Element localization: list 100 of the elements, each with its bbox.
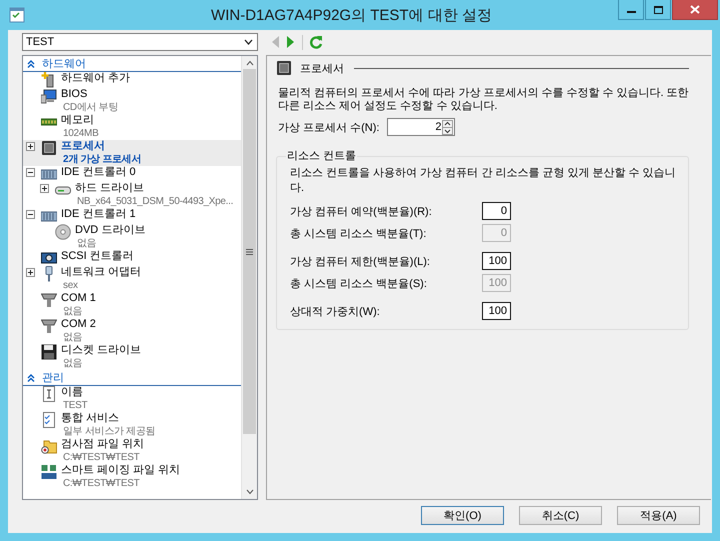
chip-icon: [276, 60, 292, 76]
tree-item[interactable]: 이름 TEST: [23, 386, 241, 412]
expand-toggle-icon[interactable]: [26, 268, 35, 277]
item-label: 디스켓 드라이브: [61, 344, 142, 357]
scroll-thumb[interactable]: [243, 69, 256, 434]
disc-icon: [55, 224, 71, 240]
tree-item[interactable]: SCSI 컨트롤러: [23, 250, 241, 266]
item-detail: 없음: [62, 357, 84, 370]
field-label: 가상 컴퓨터 예약(백분율)(R):: [290, 204, 433, 218]
tree-item[interactable]: 네트워크 어댑터 sex: [23, 266, 241, 292]
item-label: BIOS: [61, 88, 88, 101]
item-label: 통합 서비스: [61, 412, 120, 425]
item-label: 하드웨어 추가: [61, 72, 130, 85]
tree-item[interactable]: 하드 드라이브 NB_x64_5031_DSM_50-4493_Xpe...: [23, 182, 241, 208]
number-field[interactable]: 100: [482, 302, 511, 320]
tree-item[interactable]: BIOS CD에서 부팅: [23, 88, 241, 114]
panel-title: 프로세서: [300, 62, 344, 76]
item-label: IDE 컨트롤러 0: [61, 166, 136, 179]
item-detail: sex: [62, 279, 79, 292]
tree-item[interactable]: IDE 컨트롤러 0: [23, 166, 241, 182]
window-icon: [9, 7, 25, 23]
tree-item[interactable]: 스마트 페이징 파일 위치 C:₩TEST₩TEST: [23, 464, 241, 490]
scroll-down-icon: [246, 489, 254, 495]
collapse-toggle-icon[interactable]: [26, 168, 35, 177]
collapse-toggle-icon[interactable]: [26, 210, 35, 219]
item-detail: C:₩TEST₩TEST: [62, 477, 140, 490]
tree-item[interactable]: 하드웨어 추가: [23, 72, 241, 88]
field-label: 가상 컴퓨터 제한(백분율)(L):: [290, 254, 431, 268]
item-label: 네트워크 어댑터: [61, 266, 142, 279]
connector-icon: [41, 292, 57, 308]
item-detail: 없음: [62, 331, 84, 344]
maximize-icon: [654, 6, 662, 14]
number-field[interactable]: 0: [482, 202, 511, 220]
grip-icon: [246, 248, 253, 254]
chip-icon: [41, 140, 57, 156]
item-detail: NB_x64_5031_DSM_50-4493_Xpe...: [76, 195, 234, 208]
spin-field[interactable]: 2: [387, 118, 456, 136]
expand-toggle-icon[interactable]: [40, 184, 49, 193]
scroll-up-icon: [246, 60, 254, 66]
item-label: 이름: [61, 386, 84, 399]
item-detail: 없음: [62, 305, 84, 318]
item-detail: 1024MB: [62, 127, 98, 140]
folder-icon: [41, 438, 57, 454]
tree-item[interactable]: 메모리 1024MB: [23, 114, 241, 140]
item-detail: 없음: [76, 237, 98, 250]
item-label: 스마트 페이징 파일 위치: [61, 464, 180, 477]
refresh-button[interactable]: [309, 34, 323, 50]
item-detail: 일부 서비스가 제공됨: [62, 425, 156, 438]
minimize-button[interactable]: [618, 0, 644, 20]
floppy-icon: [41, 344, 57, 360]
maximize-button[interactable]: [645, 0, 671, 20]
chevron-down-icon: [244, 39, 253, 45]
refresh-icon: [309, 35, 323, 49]
collapse-chevrons-icon: [27, 60, 35, 68]
monitor-icon: [41, 88, 57, 104]
tree-item[interactable]: DVD 드라이브 없음: [23, 224, 241, 250]
close-icon: [690, 5, 700, 14]
number-field: 100: [482, 274, 511, 292]
item-label: 메모리: [61, 114, 95, 127]
number-field: 0: [482, 224, 511, 242]
card-icon: [41, 250, 57, 266]
scrollbar[interactable]: [241, 56, 257, 499]
item-detail: 2개 가상 프로세서: [62, 153, 142, 166]
back-arrow-icon: [270, 35, 280, 49]
item-detail: C:₩TEST₩TEST: [62, 451, 140, 464]
group-title: 리소스 컨트롤: [286, 148, 358, 163]
field-label: 상대적 가중치(W):: [290, 304, 381, 318]
section-header[interactable]: 하드웨어: [23, 56, 241, 72]
dialog-button[interactable]: 확인(O): [421, 506, 504, 525]
text-cursor-icon: [41, 386, 57, 402]
checklist-icon: [41, 412, 57, 428]
spinner-arrows-icon[interactable]: [442, 120, 454, 134]
tree-item[interactable]: 통합 서비스 일부 서비스가 제공됨: [23, 412, 241, 438]
item-label: COM 1: [61, 292, 96, 305]
item-label: IDE 컨트롤러 1: [61, 208, 136, 221]
item-label: 하드 드라이브: [75, 182, 146, 195]
forward-arrow-icon: [286, 35, 296, 49]
expand-toggle-icon[interactable]: [26, 142, 35, 151]
tree-item[interactable]: IDE 컨트롤러 1: [23, 208, 241, 224]
number-field[interactable]: 100: [482, 252, 511, 270]
field-label: 가상 프로세서 수(N):: [278, 120, 380, 134]
forward-button[interactable]: [286, 34, 296, 50]
connector-icon: [41, 318, 57, 334]
tree-item[interactable]: 디스켓 드라이브 없음: [23, 344, 241, 370]
close-button[interactable]: [672, 0, 718, 20]
tree-item[interactable]: 검사점 파일 위치 C:₩TEST₩TEST: [23, 438, 241, 464]
tree-item[interactable]: COM 1 없음: [23, 292, 241, 318]
window-title: WIN-D1AG7A4P92G의 TEST에 대한 설정: [210, 6, 493, 24]
vm-dropdown[interactable]: TEST: [22, 33, 258, 51]
tree-item[interactable]: COM 2 없음: [23, 318, 241, 344]
item-label: 검사점 파일 위치: [61, 438, 144, 451]
dialog-button[interactable]: 적용(A): [617, 506, 700, 525]
item-detail: TEST: [62, 399, 88, 412]
field-label: 총 시스템 리소스 백분율(T):: [290, 226, 428, 240]
item-detail: CD에서 부팅: [62, 101, 118, 114]
dialog-button[interactable]: 취소(C): [519, 506, 602, 525]
tree-item[interactable]: 프로세서 2개 가상 프로세서: [23, 140, 241, 166]
field-label: 총 시스템 리소스 백분율(S):: [290, 276, 428, 290]
collapse-chevrons-icon: [27, 374, 35, 382]
panel-description: 물리적 컴퓨터의 프로세서 수에 따라 가상 프로세서의 수를 수정할 수 있습니다. 또한 다른 리소스 제어 설정도 수정할 수 있습니다.: [278, 87, 689, 113]
